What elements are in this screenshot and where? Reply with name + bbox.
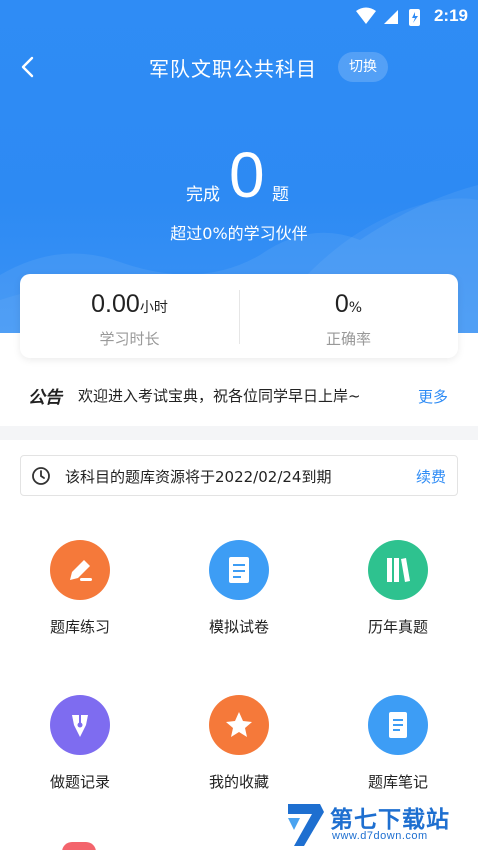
accuracy-stat: 0% 正确率 [239,274,458,358]
signal-icon [384,10,398,24]
expiration-text: 该科目的题库资源将于2022/02/24到期 [65,468,332,486]
status-bar: 2:19 [0,0,478,34]
accuracy-unit: % [348,300,363,316]
section-divider [0,426,478,440]
grid-label-notes: 题库笔记 [367,773,428,791]
grid-item-practice[interactable]: 题库练习 [20,540,140,650]
clock-icon [32,467,50,485]
grid-label-mock-exam: 模拟试卷 [208,618,269,636]
accuracy-value: 0 [334,290,349,318]
books-icon [368,540,428,600]
renew-link[interactable]: 续费 [416,466,446,487]
nav-bar: 军队文职公共科目 切换 [0,46,478,90]
grid-label-history: 做题记录 [49,773,110,791]
page-title: 军队文职公共科目 [149,57,317,81]
site-watermark: 第七下载站 www.d7down.com [282,798,478,850]
announcement-text: 欢迎进入考试宝典，祝各位同学早日上岸~ [78,387,361,405]
ranking-text: 超过0%的学习伙伴 [170,224,308,243]
completed-suffix: 题 [272,185,289,205]
completed-count-display: 完成 0 题 [0,140,478,210]
grid-item-notes[interactable]: 题库笔记 [338,695,458,805]
study-time-unit: 小时 [139,300,168,316]
status-time: 2:19 [433,6,468,25]
grid-item-history[interactable]: 做题记录 [20,695,140,805]
grid-item-favorites[interactable]: 我的收藏 [179,695,299,805]
expiration-notice: 该科目的题库资源将于2022/02/24到期 续费 [20,455,458,496]
watermark-url: www.d7down.com [332,830,428,842]
announcement-more-link[interactable]: 更多 [418,386,448,407]
watermark-title: 第七下载站 [330,807,450,833]
note-icon [368,695,428,755]
partial-grid-icon [62,842,96,850]
watermark-logo-icon [288,804,324,846]
wifi-icon [356,7,376,24]
study-time-stat: 0.00小时 学习时长 [20,274,239,358]
wifi-battery-icons [356,7,420,26]
announcement-tag: 公告 [28,388,62,408]
study-time-value: 0.00 [91,290,140,318]
accuracy-label: 正确率 [325,330,371,348]
completed-count: 0 [229,139,265,211]
grid-item-mock-exam[interactable]: 模拟试卷 [179,540,299,650]
pen-nib-icon [50,695,110,755]
study-time-label: 学习时长 [99,330,160,348]
grid-label-favorites: 我的收藏 [208,773,269,791]
status-icons [354,7,424,31]
pencil-edit-icon [50,540,110,600]
stats-card: 0.00小时 学习时长 0% 正确率 [20,274,458,358]
switch-subject-button[interactable]: 切换 [338,52,388,82]
grid-label-past-papers: 历年真题 [367,618,428,636]
grid-item-past-papers[interactable]: 历年真题 [338,540,458,650]
test-paper-icon [209,540,269,600]
grid-label-practice: 题库练习 [49,618,110,636]
completed-prefix: 完成 [186,185,220,205]
back-arrow-icon[interactable] [14,52,44,82]
star-icon [209,695,269,755]
announcement-bar[interactable]: 公告 欢迎进入考试宝典，祝各位同学早日上岸~ 更多 [0,376,478,416]
